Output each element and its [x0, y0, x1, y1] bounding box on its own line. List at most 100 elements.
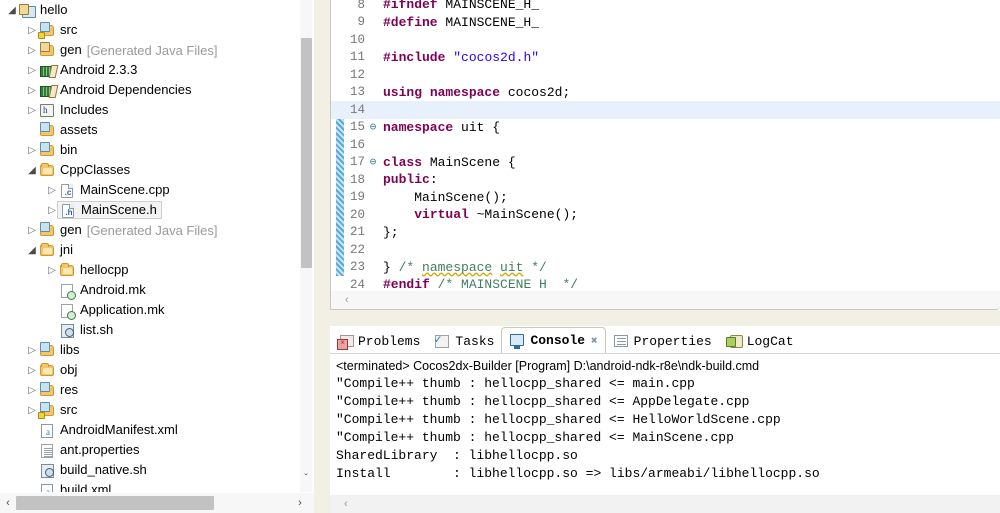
eclipse-ide-window: hello src gen [Generated Java Files] Android…: [0, 0, 1000, 513]
tree-item-libs[interactable]: libs: [0, 340, 300, 360]
tree-item-includes[interactable]: Includes: [0, 100, 300, 120]
expand-arrow-closed-icon[interactable]: [45, 260, 59, 281]
tree-horizontal-scrollbar[interactable]: ‹ ›: [0, 493, 314, 513]
code-line-11[interactable]: 11 #include "cocos2d.h": [331, 49, 1000, 67]
fold-collapse-icon[interactable]: ⊖: [367, 155, 379, 169]
tree-item-cppclasses[interactable]: CppClasses: [0, 160, 300, 180]
tab-problems[interactable]: Problems: [330, 329, 427, 353]
expand-arrow-closed-icon[interactable]: [25, 60, 39, 81]
tree-item-build-xml[interactable]: build.xml: [0, 480, 300, 492]
tree-item-label: AndroidManifest.xml: [60, 422, 178, 437]
tree-item-res[interactable]: res: [0, 380, 300, 400]
tab-properties[interactable]: Properties: [606, 329, 719, 353]
project-tree[interactable]: hello src gen [Generated Java Files] Android…: [0, 0, 300, 492]
code-line-14[interactable]: 14: [331, 101, 1000, 119]
expand-arrow-open-icon[interactable]: [25, 240, 39, 261]
horizontal-sash[interactable]: [314, 310, 1000, 326]
logcat-icon: [725, 334, 743, 349]
tree-item-ant-properties[interactable]: ant.properties: [0, 440, 300, 460]
tree-item-content: build.xml: [39, 481, 111, 492]
tree-horizontal-scroll-thumb[interactable]: [16, 496, 214, 510]
code-text-area[interactable]: 8 #ifndef MAINSCENE_H_ 9 #define MAINSCENE_…: [331, 0, 1000, 289]
code-line-15[interactable]: 15 ⊖ namespace uit {: [331, 119, 1000, 137]
expand-arrow-closed-icon[interactable]: [25, 220, 39, 241]
tree-item-bin[interactable]: bin: [0, 140, 300, 160]
expand-arrow-closed-icon[interactable]: [25, 380, 39, 401]
tree-item-src[interactable]: src: [0, 20, 300, 40]
tree-item-build-native-sh[interactable]: build_native.sh: [0, 460, 300, 480]
tree-item-content: list.sh: [59, 321, 113, 339]
view-tab-bar[interactable]: Problems Tasks Console ✖ Properties LogCat: [330, 326, 1000, 353]
library-icon: [39, 62, 56, 78]
tree-item-list-sh[interactable]: list.sh: [0, 320, 300, 340]
tree-item-src[interactable]: src: [0, 400, 300, 420]
tree-item-hellocpp[interactable]: hellocpp: [0, 260, 300, 280]
tree-scroll-right-arrow[interactable]: ›: [292, 497, 308, 509]
tree-item-androidmanifest-xml[interactable]: AndroidManifest.xml: [0, 420, 300, 440]
tab-close-icon[interactable]: ✖: [591, 334, 598, 348]
line-number: 14: [349, 102, 365, 117]
editor-horizontal-scrollbar[interactable]: ‹: [331, 291, 1000, 309]
expand-arrow-closed-icon[interactable]: [45, 180, 59, 201]
code-line-21[interactable]: 21};: [331, 224, 1000, 242]
fold-collapse-icon[interactable]: ⊖: [367, 120, 379, 134]
code-line-17[interactable]: 17 ⊖ class MainScene {: [331, 154, 1000, 172]
tree-vertical-scrollbar[interactable]: ˇ: [300, 0, 312, 492]
tree-item-content: hello: [19, 1, 67, 19]
tree-scroll-down-arrow[interactable]: ˇ: [300, 472, 312, 486]
folder-icon: [39, 362, 56, 378]
code-line-20[interactable]: 20 virtual ~MainScene();: [331, 206, 1000, 224]
tree-item-application-mk[interactable]: Application.mk: [0, 300, 300, 320]
tree-item-android-mk[interactable]: Android.mk: [0, 280, 300, 300]
tree-item-label: bin: [60, 142, 78, 157]
tree-item-assets[interactable]: assets: [0, 120, 300, 140]
code-line-13[interactable]: 13 using namespace cocos2d;: [331, 84, 1000, 102]
expand-arrow-open-icon[interactable]: [5, 0, 19, 21]
code-line-8[interactable]: 8 #ifndef MAINSCENE_H_: [331, 0, 1000, 14]
tree-item-obj[interactable]: obj: [0, 360, 300, 380]
expand-arrow-closed-icon[interactable]: [25, 20, 39, 41]
expand-arrow-closed-icon[interactable]: [25, 140, 39, 161]
tab-logcat[interactable]: LogCat: [719, 329, 801, 353]
expand-arrow-open-icon[interactable]: [25, 160, 39, 181]
tree-item-content: Android.mk: [59, 281, 146, 300]
expand-arrow-closed-icon[interactable]: [25, 100, 39, 121]
expand-arrow-closed-icon[interactable]: [25, 40, 39, 61]
tree-item-content: assets: [39, 121, 98, 139]
vertical-sash[interactable]: [314, 0, 330, 513]
tree-item-mainscene-cpp[interactable]: MainScene.cpp: [0, 180, 300, 200]
tree-item-gen[interactable]: gen [Generated Java Files]: [0, 40, 300, 60]
tree-item-android-2-3-3[interactable]: Android 2.3.3: [0, 60, 300, 80]
code-line-9[interactable]: 9 #define MAINSCENE_H_: [331, 14, 1000, 32]
tree-item-jni[interactable]: jni: [0, 240, 300, 260]
code-line-text: public:: [383, 172, 438, 188]
console-scroll-left-arrow[interactable]: ‹: [344, 498, 348, 510]
tab-tasks[interactable]: Tasks: [427, 329, 501, 353]
tree-scroll-left-arrow[interactable]: ‹: [0, 497, 16, 509]
tree-item-android-dependencies[interactable]: Android Dependencies: [0, 80, 300, 100]
expand-arrow-closed-icon[interactable]: [25, 400, 39, 421]
expand-arrow-closed-icon[interactable]: [25, 360, 39, 381]
console-output-body[interactable]: <terminated> Cocos2dx-Builder [Program] …: [330, 353, 1000, 513]
code-line-12[interactable]: 12: [331, 66, 1000, 84]
tree-vertical-scroll-thumb[interactable]: [301, 38, 312, 268]
tree-item-hello[interactable]: hello: [0, 0, 300, 20]
editor-scroll-left-arrow[interactable]: ‹: [345, 294, 349, 306]
expand-arrow-closed-icon[interactable]: [25, 340, 39, 361]
code-line-18[interactable]: 18 public:: [331, 171, 1000, 189]
code-line-16[interactable]: 16: [331, 136, 1000, 154]
code-line-24[interactable]: 24 #endif /* MAINSCENE_H_ */: [331, 276, 1000, 289]
tree-item-mainscene-h[interactable]: MainScene.h: [0, 200, 300, 220]
console-horizontal-scrollbar[interactable]: ‹: [330, 495, 1000, 513]
code-line-23[interactable]: 23} /* namespace uit */: [331, 259, 1000, 277]
tab-console[interactable]: Console ✖: [501, 327, 606, 353]
expand-arrow-closed-icon[interactable]: [25, 80, 39, 101]
code-line-text: #ifndef MAINSCENE_H_: [383, 0, 540, 13]
code-line-22[interactable]: 22: [331, 241, 1000, 259]
includes-icon: [39, 102, 56, 118]
tree-item-label: libs: [60, 342, 80, 357]
source-editor[interactable]: 8 #ifndef MAINSCENE_H_ 9 #define MAINSCENE_…: [330, 0, 1000, 310]
code-line-10[interactable]: 10: [331, 31, 1000, 49]
code-line-19[interactable]: 19 MainScene();: [331, 189, 1000, 207]
tree-item-gen[interactable]: gen [Generated Java Files]: [0, 220, 300, 240]
